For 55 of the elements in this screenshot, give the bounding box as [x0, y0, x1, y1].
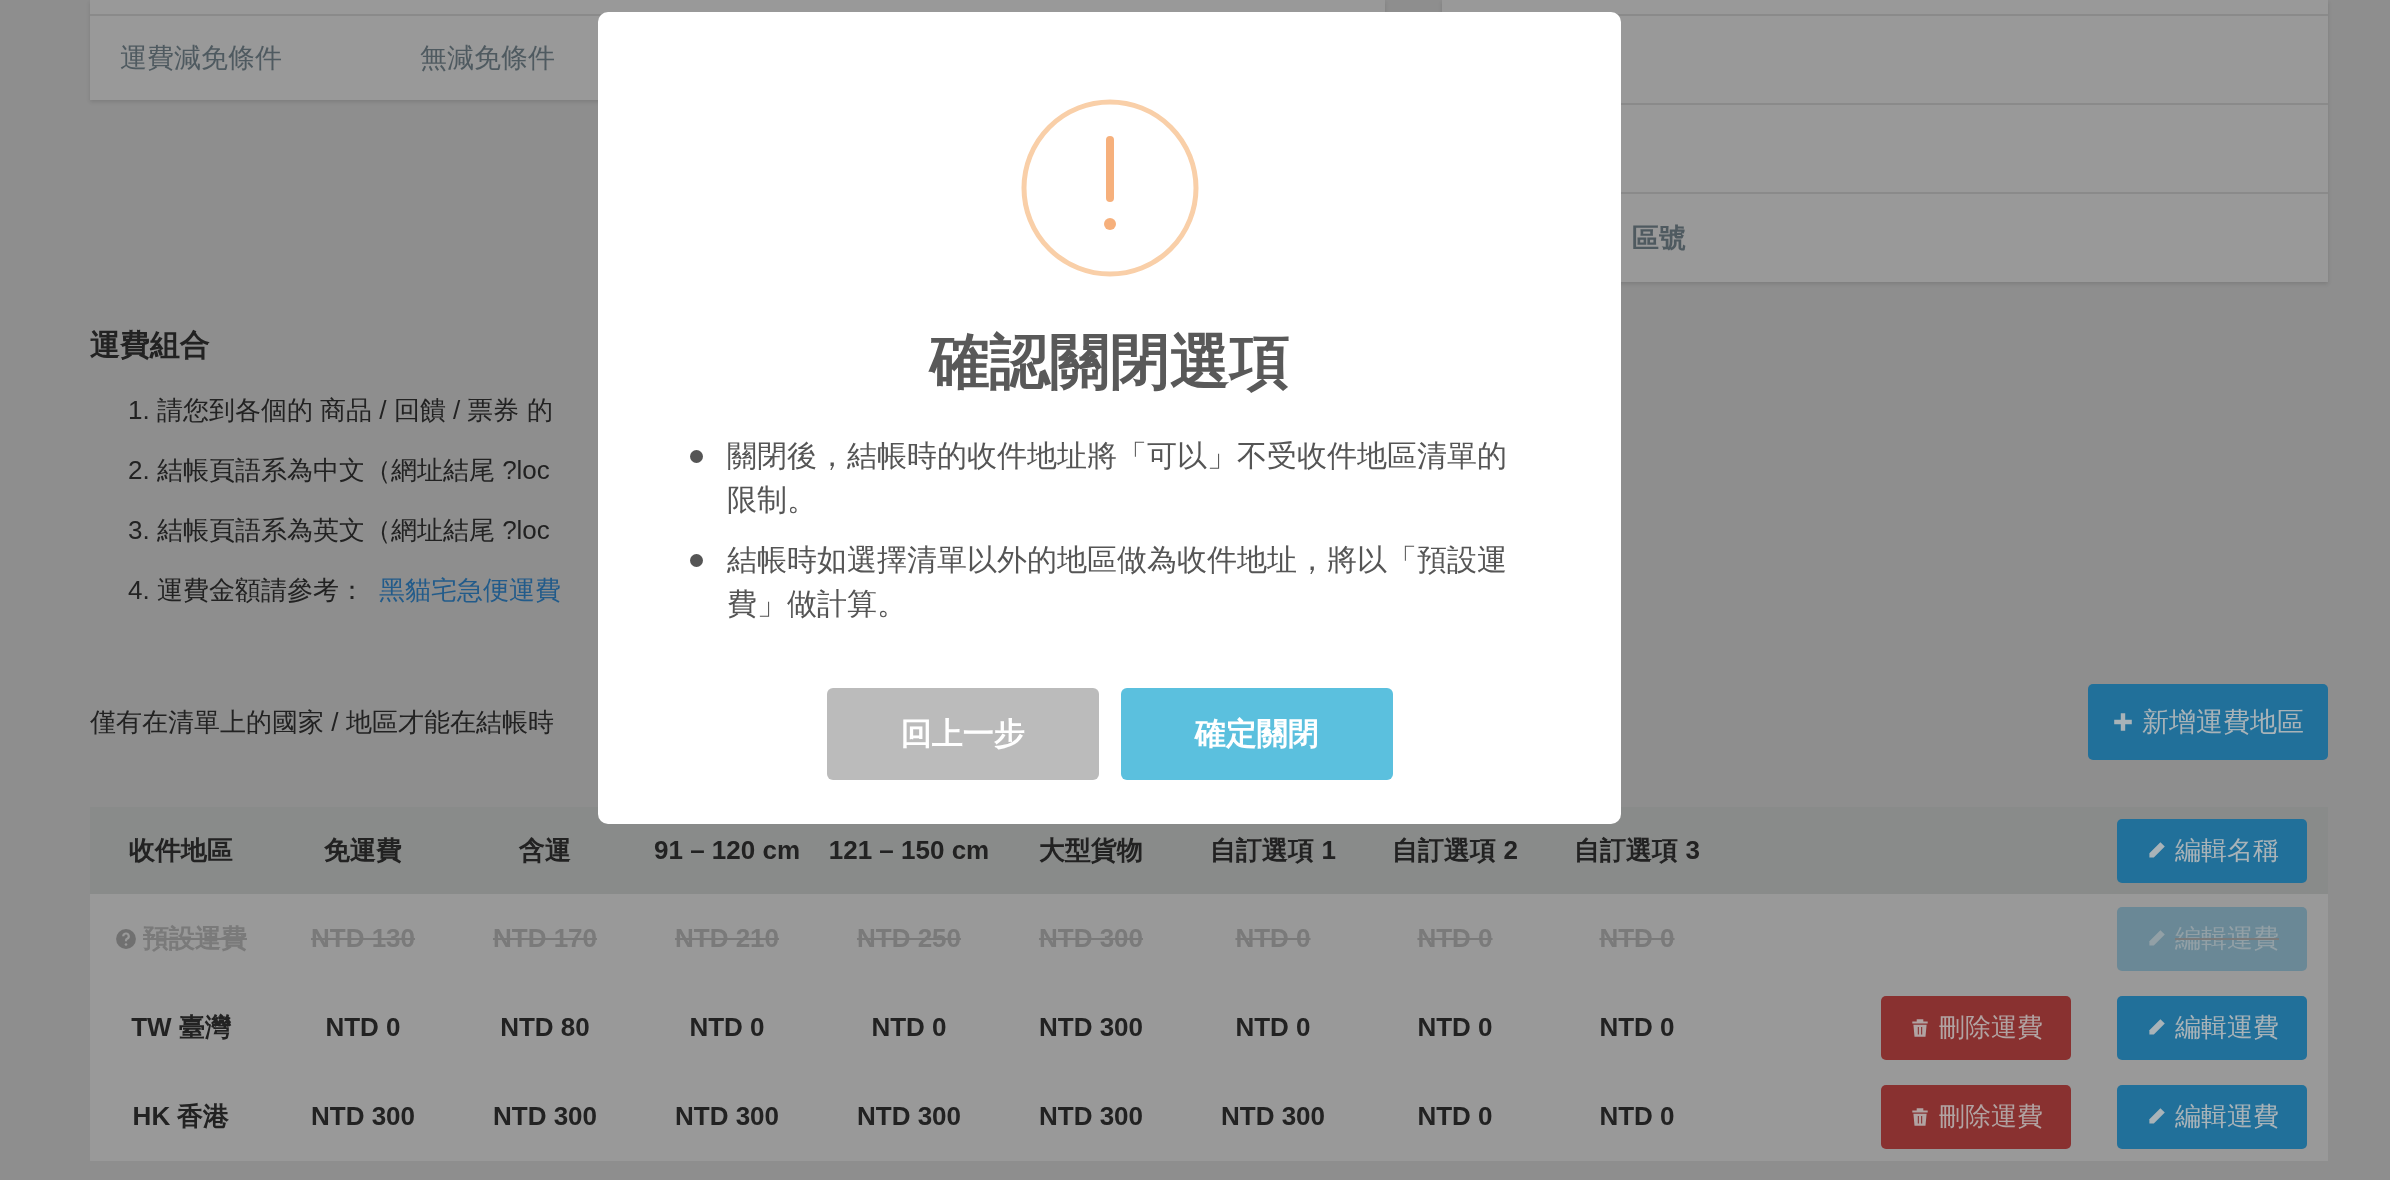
edit-name-button[interactable]: 編輯名稱: [2117, 818, 2307, 883]
dialog-text: 關閉後，結帳時的收件地址將「可以」不受收件地區清單的限制。: [726, 438, 1508, 518]
table-cell: NTD 300: [1038, 1012, 1143, 1043]
confirm-button[interactable]: 確定關閉: [1120, 688, 1393, 780]
field-label: 運費減免條件: [120, 42, 283, 75]
table-cell: NTD 0: [1417, 1012, 1493, 1043]
list-item: 3. 結帳頁語系為英文（網址結尾 ?loc: [128, 513, 550, 547]
table-cell: NTD 0: [689, 1012, 765, 1043]
rate-link[interactable]: 黑貓宅急便運費: [378, 572, 561, 608]
table-cell: NTD 0: [871, 1012, 947, 1043]
table-cell: NTD 0: [1417, 1101, 1493, 1132]
table-cell: NTD 300: [1038, 1101, 1143, 1132]
table-cell: NTD 300: [492, 1101, 597, 1132]
column-header: 大型貨物: [1039, 834, 1143, 867]
table-cell: NTD 300: [1220, 1101, 1325, 1132]
bullet-icon: [689, 554, 703, 567]
list-item: 2. 結帳頁語系為中文（網址結尾 ?loc: [128, 453, 550, 487]
dialog-title: 確認關閉選項: [929, 327, 1290, 397]
list-item: 1. 請您到各個的 商品 / 回饋 / 票券 的: [128, 393, 553, 427]
back-button[interactable]: 回上一步: [826, 688, 1099, 780]
note-text: 僅有在清單上的國家 / 地區才能在結帳時: [90, 705, 554, 739]
column-header: 免運費: [324, 834, 402, 867]
column-header: 91 – 120 cm: [654, 835, 800, 866]
edit-button[interactable]: 編輯運費: [2117, 1084, 2307, 1149]
dialog-text: 結帳時如選擇清單以外的地區做為收件地址，將以「預設運費」做計算。: [726, 542, 1508, 622]
delete-button[interactable]: 刪除運費: [1881, 1084, 2071, 1149]
region-name: HK 香港: [132, 1100, 230, 1133]
table-cell: NTD 0: [1599, 1012, 1675, 1043]
column-header: 含運: [519, 834, 571, 867]
edit-button[interactable]: 編輯運費: [2117, 995, 2307, 1060]
field-label: 區號: [1632, 221, 1686, 255]
region-name: TW 臺灣: [131, 1011, 231, 1044]
table-cell: NTD 300: [674, 1101, 779, 1132]
table-cell: NTD 0: [1235, 1012, 1311, 1043]
table-cell: NTD 300: [310, 1101, 415, 1132]
column-header: 收件地區: [129, 834, 233, 867]
table-cell: NTD 0: [1599, 1101, 1675, 1132]
plus-icon: [2112, 711, 2134, 733]
bullet-icon: [689, 450, 703, 463]
add-region-button[interactable]: 新增運費地區: [2088, 684, 2328, 760]
table-cell: NTD 0: [325, 1012, 401, 1043]
column-header: 121 – 150 cm: [828, 835, 990, 866]
table-cell: NTD 80: [500, 1012, 590, 1043]
table-cell: NTD 300: [856, 1101, 961, 1132]
column-header: 自訂選項 3: [1574, 834, 1700, 867]
column-header: 自訂選項 2: [1392, 834, 1518, 867]
delete-button[interactable]: 刪除運費: [1881, 995, 2071, 1060]
field-value: 無減免條件: [420, 42, 555, 75]
help-icon: [115, 927, 137, 950]
section-title: 運費組合: [90, 327, 210, 363]
warning-icon: [1019, 98, 1200, 278]
trash-icon: [1909, 1105, 1931, 1128]
list-item: 4. 運費金額請參考：: [128, 573, 365, 607]
column-header: 自訂選項 1: [1210, 834, 1336, 867]
trash-icon: [1909, 1016, 1931, 1039]
